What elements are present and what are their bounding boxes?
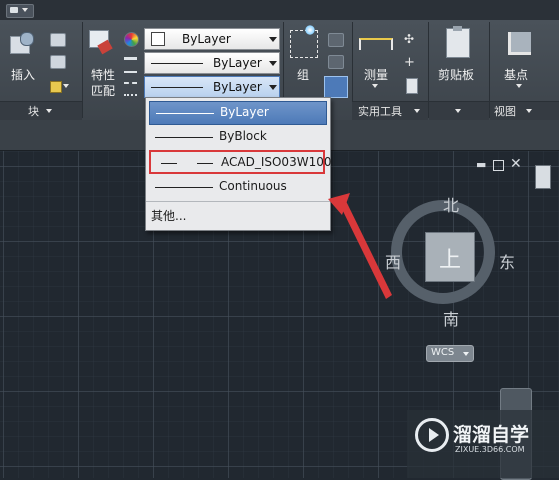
match-properties-button[interactable]: 特性 匹配 [86, 26, 120, 98]
dropdown-item-bylayer[interactable]: ByLayer [149, 101, 327, 125]
chevron-down-icon [22, 8, 28, 12]
dropdown-item-other[interactable]: 其他... [149, 204, 325, 226]
viewport-close-icon[interactable]: ✕ [510, 157, 522, 171]
color-wheel-icon[interactable] [124, 32, 139, 47]
dropdown-item-label: ByLayer [220, 105, 269, 119]
annotation-arrow [328, 193, 392, 299]
basepoint-label: 基点 [504, 68, 529, 82]
title-bar [0, 0, 559, 21]
application-menu-button[interactable] [6, 4, 34, 18]
group-button[interactable]: 组 [287, 25, 321, 90]
dropdown-other-label: 其他... [151, 209, 187, 223]
match-properties-label-1: 特性 [91, 68, 116, 82]
color-swatch [151, 32, 165, 46]
chevron-down-icon [516, 84, 522, 88]
dropdown-item-label: ACAD_ISO03W100 [221, 155, 332, 169]
insert-button[interactable]: 插入 [4, 26, 44, 86]
id-point-icon[interactable]: + [404, 55, 418, 70]
color-combo[interactable]: ByLayer [144, 28, 280, 50]
ungroup-icon[interactable] [328, 33, 344, 47]
group-selection-icon[interactable] [324, 76, 348, 98]
wcs-label: WCS [431, 347, 455, 358]
clipboard-label: 剪贴板 [438, 68, 475, 82]
viewcube-top-face[interactable]: 上 [425, 232, 475, 282]
utilities-panel-title: 实用工具 [358, 105, 402, 118]
arrow-shaft [340, 201, 392, 299]
utilities-panel-footer[interactable]: 实用工具 [352, 101, 428, 120]
group-icon [290, 25, 318, 58]
viewcube-face-label: 上 [439, 248, 462, 273]
insert-label: 插入 [11, 68, 36, 82]
match-properties-icon [89, 30, 113, 55]
edit-block-icon[interactable] [50, 55, 66, 69]
chevron-down-icon [269, 37, 277, 42]
basepoint-icon [508, 32, 531, 55]
view-panel-title: 视图 [494, 105, 516, 118]
lineweight-combo-value: ByLayer [213, 56, 262, 70]
line-sample [155, 137, 213, 138]
match-properties-label-2: 匹配 [91, 84, 116, 98]
point-style-icon[interactable]: ✣ [404, 32, 418, 46]
linetype-dropdown-list: ByLayer ByBlock ACAD_ISO03W100 Continuou… [145, 97, 331, 231]
watermark: 溜溜自学 ZIXUE.3D66.COM [407, 410, 559, 478]
compass-south[interactable]: 南 [443, 306, 459, 330]
measure-label: 测量 [364, 68, 389, 82]
create-block-icon[interactable] [50, 33, 66, 47]
chevron-down-icon [269, 85, 277, 90]
compass-east[interactable]: 东 [499, 249, 515, 273]
lineweight-icon[interactable] [124, 57, 137, 73]
chevron-down-icon [463, 352, 469, 356]
viewport-restore-icon[interactable] [493, 160, 504, 171]
line-sample [161, 163, 177, 164]
color-combo-value: ByLayer [182, 32, 231, 46]
vertical-scrollbar[interactable] [535, 165, 551, 189]
dropdown-item-label: Continuous [219, 179, 287, 193]
line-sample [151, 63, 203, 64]
line-sample [156, 113, 214, 114]
dropdown-item-label: ByBlock [219, 129, 267, 143]
chevron-down-icon [269, 61, 277, 66]
monitor-icon [10, 7, 18, 13]
block-panel-footer[interactable]: 块 [0, 101, 82, 120]
ruler-icon [359, 38, 393, 50]
clipboard-icon [446, 26, 470, 58]
play-logo-icon [415, 418, 449, 452]
viewport-minimize-icon[interactable]: ▬ [476, 159, 486, 170]
panel-divider [82, 22, 83, 118]
group-label: 组 [297, 68, 310, 82]
watermark-url: ZIXUE.3D66.COM [455, 445, 525, 454]
calculator-icon[interactable] [406, 78, 418, 94]
dropdown-item-acad-iso03w100[interactable]: ACAD_ISO03W100 [149, 150, 331, 174]
line-sample [155, 187, 213, 188]
block-panel-title: 块 [28, 105, 39, 118]
chevron-down-icon [455, 109, 461, 113]
lineweight-combo[interactable]: ByLayer [144, 52, 280, 74]
basepoint-button[interactable]: 基点 [494, 26, 544, 90]
linetype-icon[interactable] [124, 82, 137, 96]
view-panel-footer[interactable]: 视图 [490, 101, 559, 120]
chevron-down-icon [526, 109, 532, 113]
clipboard-button[interactable]: 剪贴板 [432, 26, 486, 90]
watermark-brand: 溜溜自学 [453, 424, 530, 446]
linetype-combo-value: ByLayer [213, 80, 262, 94]
compass-north[interactable]: 北 [443, 192, 459, 216]
line-sample [197, 163, 213, 164]
measure-button[interactable]: 测量 [356, 26, 396, 90]
chevron-down-icon [46, 109, 52, 113]
insert-block-icon [10, 32, 34, 54]
dropdown-item-byblock[interactable]: ByBlock [149, 126, 325, 148]
linetype-combo[interactable]: ByLayer [144, 76, 280, 98]
chevron-down-icon [414, 109, 420, 113]
block-attributes-icon[interactable] [50, 79, 70, 93]
chevron-down-icon [372, 84, 378, 88]
group-edit-icon[interactable] [328, 55, 344, 69]
dropdown-divider [146, 201, 330, 202]
clipboard-panel-footer[interactable] [429, 101, 489, 120]
line-sample [151, 87, 203, 88]
wcs-menu[interactable]: WCS [426, 345, 474, 362]
dropdown-item-continuous[interactable]: Continuous [149, 176, 325, 198]
